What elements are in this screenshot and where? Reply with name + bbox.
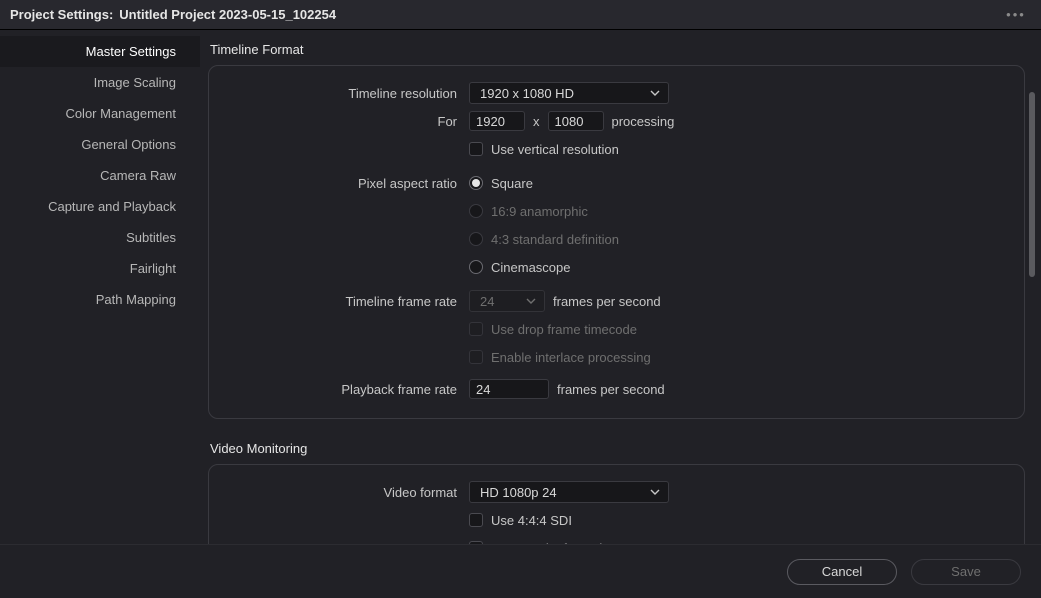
video-monitoring-panel: Video format HD 1080p 24 Use 4:4:4 SDI [208, 464, 1025, 544]
scrollbar-thumb[interactable] [1029, 92, 1035, 277]
x-separator: x [533, 114, 540, 129]
par-169-label: 16:9 anamorphic [491, 204, 588, 219]
for-label: For [229, 114, 469, 129]
use-444-sdi-label: Use 4:4:4 SDI [491, 513, 572, 528]
par-square-radio[interactable] [469, 176, 483, 190]
chevron-down-icon [650, 88, 660, 98]
playback-frame-rate-label: Playback frame rate [229, 382, 469, 397]
use-vertical-resolution-checkbox[interactable] [469, 142, 483, 156]
save-button[interactable]: Save [911, 559, 1021, 585]
settings-main: Timeline Format Timeline resolution 1920… [200, 30, 1041, 544]
use-444-sdi-checkbox[interactable] [469, 513, 483, 527]
level-a-label: Use Level A for 3Gb SDI [491, 541, 632, 545]
timeline-frame-rate-label: Timeline frame rate [229, 294, 469, 309]
sidebar-item-color-management[interactable]: Color Management [0, 98, 200, 129]
sidebar-item-general-options[interactable]: General Options [0, 129, 200, 160]
title-label: Project Settings: [10, 7, 113, 22]
timeline-format-panel: Timeline resolution 1920 x 1080 HD For x [208, 65, 1025, 419]
dialog-footer: Cancel Save [0, 544, 1041, 598]
par-square-label: Square [491, 176, 533, 191]
use-vertical-resolution-label: Use vertical resolution [491, 142, 619, 157]
chevron-down-icon [526, 296, 536, 306]
timeline-width-input[interactable] [469, 111, 525, 131]
sidebar-item-fairlight[interactable]: Fairlight [0, 253, 200, 284]
interlace-checkbox [469, 350, 483, 364]
processing-suffix: processing [612, 114, 675, 129]
interlace-label: Enable interlace processing [491, 350, 651, 365]
playback-fps-suffix: frames per second [557, 382, 665, 397]
par-cinemascope-radio[interactable] [469, 260, 483, 274]
sidebar-item-camera-raw[interactable]: Camera Raw [0, 160, 200, 191]
settings-sidebar: Master Settings Image Scaling Color Mana… [0, 30, 200, 544]
pixel-aspect-ratio-label: Pixel aspect ratio [229, 176, 469, 191]
timeline-fps-suffix: frames per second [553, 294, 661, 309]
section-title-video-monitoring: Video Monitoring [208, 441, 1025, 456]
title-project-name: Untitled Project 2023-05-15_102254 [119, 7, 336, 22]
chevron-down-icon [650, 487, 660, 497]
timeline-resolution-select[interactable]: 1920 x 1080 HD [469, 82, 669, 104]
cancel-button[interactable]: Cancel [787, 559, 897, 585]
timeline-resolution-label: Timeline resolution [229, 86, 469, 101]
drop-frame-checkbox [469, 322, 483, 336]
video-format-select[interactable]: HD 1080p 24 [469, 481, 669, 503]
par-43-radio [469, 232, 483, 246]
scrollbar-track[interactable] [1029, 60, 1039, 536]
playback-frame-rate-input[interactable] [469, 379, 549, 399]
drop-frame-label: Use drop frame timecode [491, 322, 637, 337]
par-43-label: 4:3 standard definition [491, 232, 619, 247]
par-cinemascope-label: Cinemascope [491, 260, 571, 275]
timeline-height-input[interactable] [548, 111, 604, 131]
sidebar-item-capture-playback[interactable]: Capture and Playback [0, 191, 200, 222]
sidebar-item-image-scaling[interactable]: Image Scaling [0, 67, 200, 98]
sidebar-item-subtitles[interactable]: Subtitles [0, 222, 200, 253]
sidebar-item-master-settings[interactable]: Master Settings [0, 36, 200, 67]
video-format-label: Video format [229, 485, 469, 500]
par-169-radio [469, 204, 483, 218]
sidebar-item-path-mapping[interactable]: Path Mapping [0, 284, 200, 315]
section-title-timeline-format: Timeline Format [208, 42, 1025, 57]
level-a-checkbox[interactable] [469, 541, 483, 544]
titlebar: Project Settings: Untitled Project 2023-… [0, 0, 1041, 30]
timeline-frame-rate-select: 24 [469, 290, 545, 312]
more-menu-icon[interactable]: ••• [1001, 7, 1031, 22]
